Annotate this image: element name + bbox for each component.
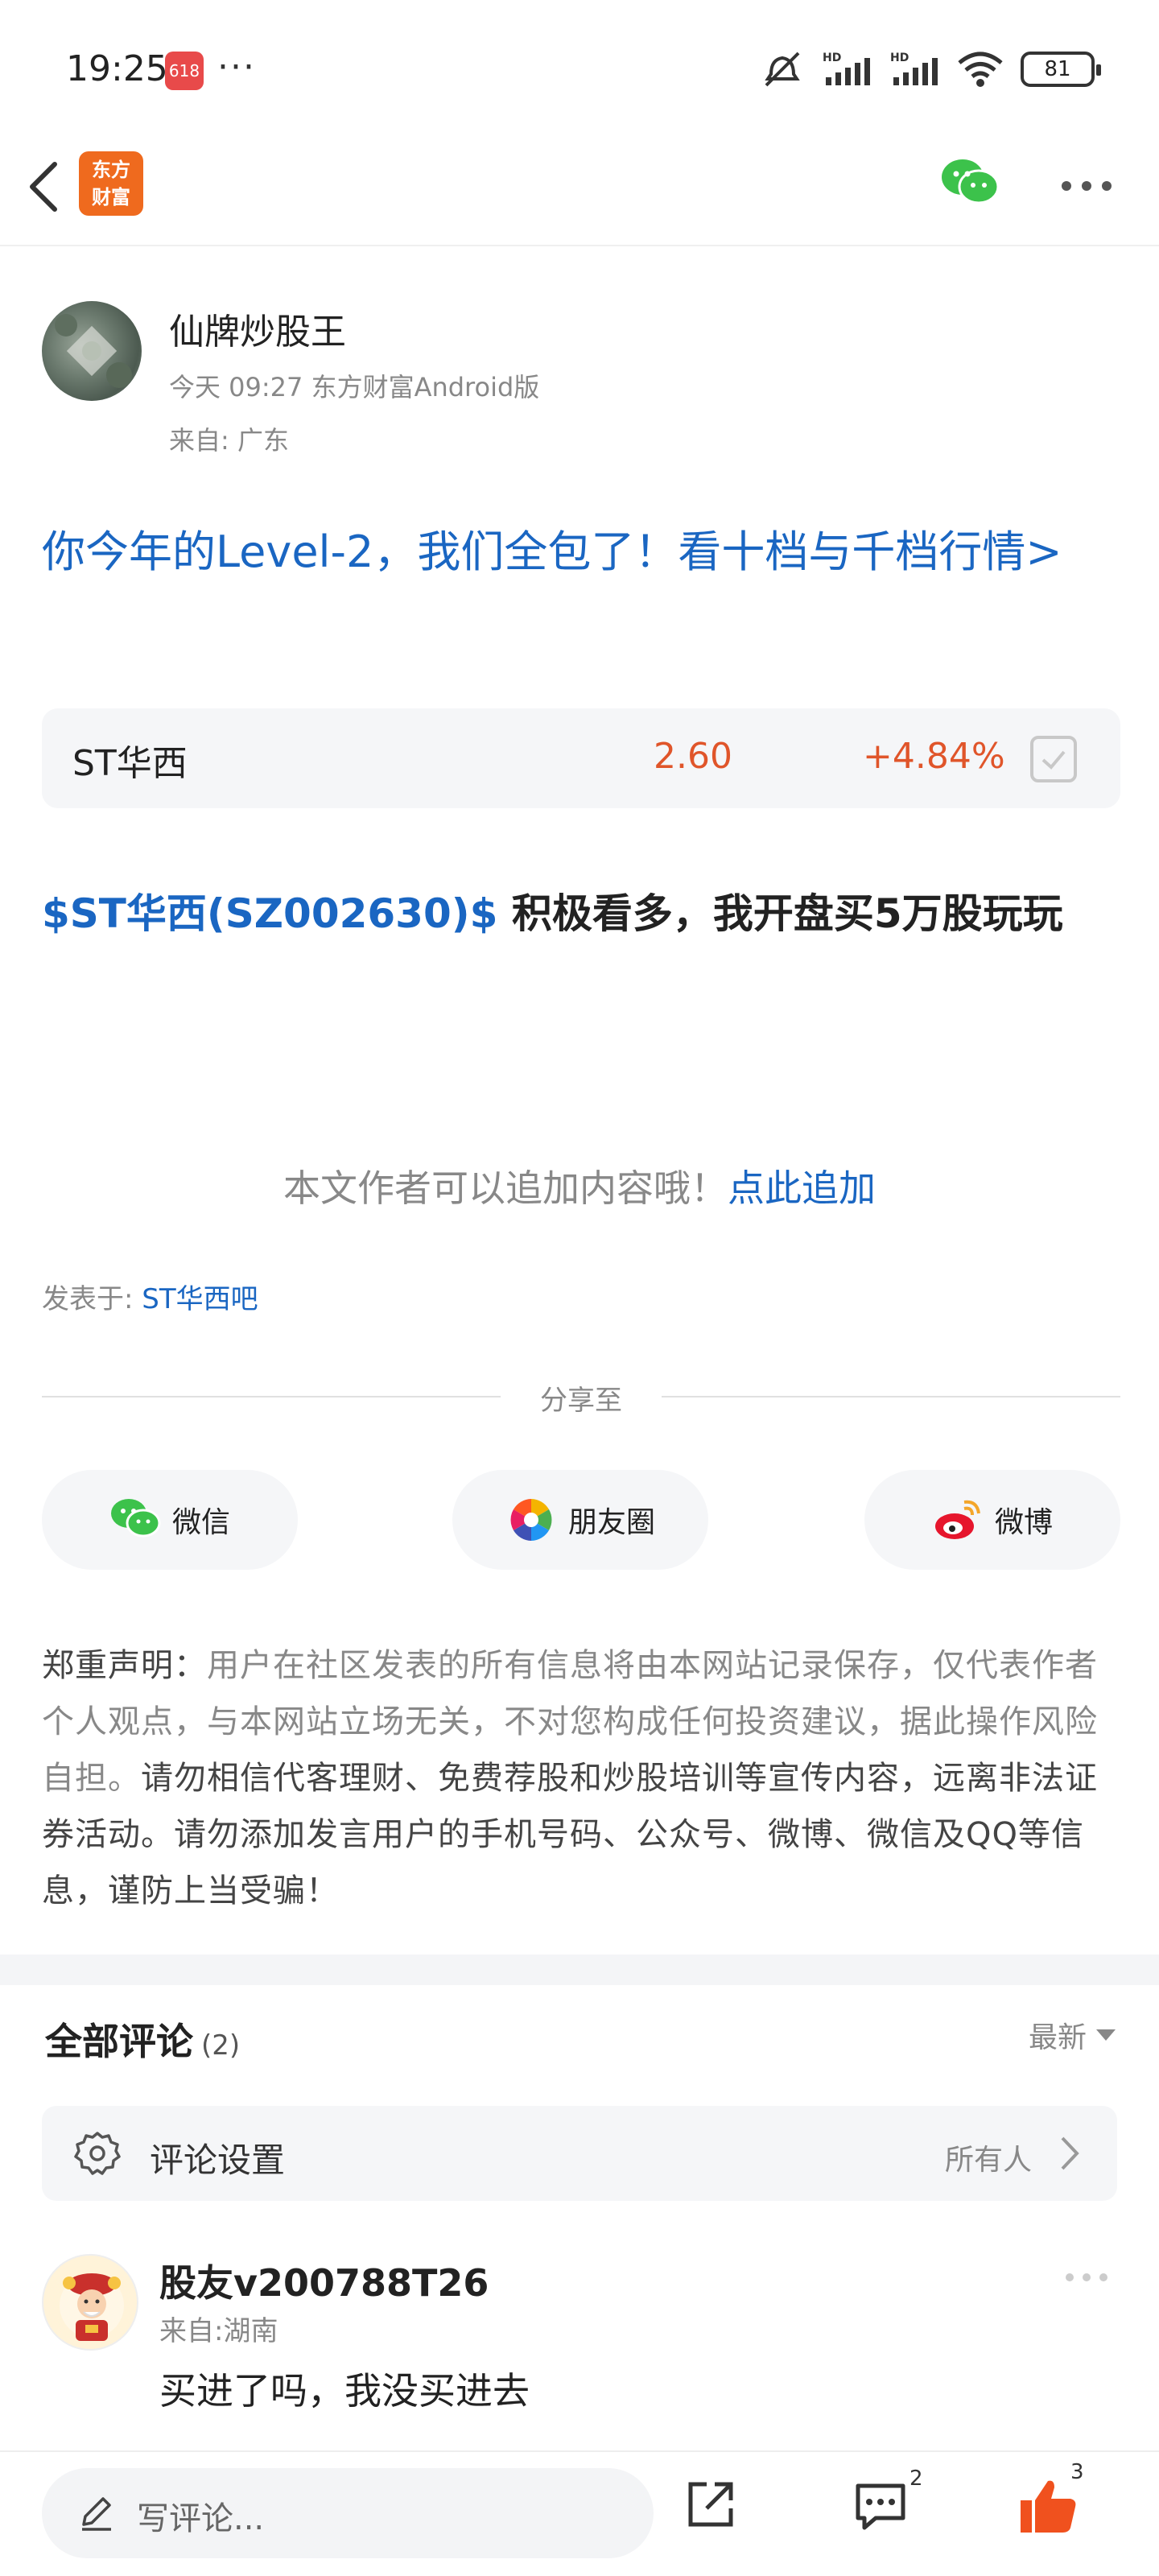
divider-line-right [662,1396,1120,1397]
post-content: $ST华西(SZ002630)$ 积极看多，我开盘买5万股玩玩 [42,869,1120,958]
app-logo: 东方 财富 [79,151,143,216]
author-location: 来自: 广东 [169,425,289,456]
status-more-icon: ··· [217,47,256,88]
append-prefix: 本文作者可以追加内容哦！ [283,1166,728,1210]
comment-sort-dropdown[interactable]: 最新 [1029,2014,1116,2056]
posted-in-label: 发表于: [42,1283,142,1315]
level2-promo-link[interactable]: 你今年的Level-2，我们全包了！看十档与千档行情> [42,523,1120,581]
weibo-icon [934,1500,980,1539]
commenter-location: 来自:湖南 [159,2315,278,2347]
caret-down-icon [1096,2029,1116,2041]
disclaimer-part2: 请勿相信代客理财、免费荐股和炒股培训等宣传内容，远离非法证券活动。请勿添加发言用… [42,1760,1098,1909]
comment-settings-row[interactable]: 评论设置 所有人 [42,2106,1117,2201]
comment-text: 买进了吗，我没买进去 [159,2369,530,2413]
commenter-name[interactable]: 股友v200788T26 [159,2254,489,2307]
share-moments-label: 朋友圈 [567,1506,655,1539]
section-divider [0,1955,1159,1985]
stock-change: +4.84% [863,736,1005,777]
share-wechat-label: 微信 [171,1506,230,1539]
wifi-icon [958,52,1003,87]
share-label: 分享至 [540,1385,622,1417]
author-name[interactable]: 仙牌炒股王 [169,303,346,354]
logo-line1: 东方 [92,159,130,181]
comment-more-icon[interactable] [1064,2272,1109,2283]
status-time: 19:25 [66,48,168,89]
comments-title: 全部评论 (2) [45,2013,240,2066]
comments-title-label: 全部评论 [45,2020,193,2063]
stock-card[interactable]: ST华西 2.60 +4.84% [42,708,1120,808]
post-time-source: 今天 09:27 东方财富Android版 [169,372,540,402]
mute-icon [765,52,800,87]
comment-settings-value: 所有人 [944,2144,1032,2177]
wechat-share-icon[interactable] [940,156,1000,208]
share-weibo-label: 微博 [994,1506,1053,1539]
add-watchlist-checkbox[interactable] [1030,736,1077,782]
commenter-avatar[interactable] [42,2254,138,2351]
stock-bar-link[interactable]: ST华西吧 [142,1283,258,1315]
stock-price: 2.60 [654,736,732,777]
logo-line2: 财富 [92,186,130,208]
moments-icon [510,1499,552,1541]
append-content-line: 本文作者可以追加内容哦！点此追加 [0,1159,1159,1212]
back-icon[interactable] [21,155,69,219]
bottom-action-bar: 写评论... 2 3 [0,2450,1159,2576]
write-comment-placeholder: 写评论... [137,2500,265,2537]
append-link[interactable]: 点此追加 [728,1166,876,1210]
author-avatar[interactable] [42,301,142,401]
post-stock-tag[interactable]: $ST华西(SZ002630)$ [42,890,497,937]
pencil-icon [82,2497,111,2531]
share-moments-button[interactable]: 朋友圈 [452,1470,708,1570]
like-count-badge: 3 [1070,2460,1084,2484]
chevron-right-icon [1061,2136,1079,2170]
wechat-icon [110,1499,161,1538]
share-divider: 分享至 [42,1378,1120,1417]
app-notification-icon: 618 [165,52,204,90]
share-weibo-button[interactable]: 微博 [864,1470,1120,1570]
disclaimer: 郑重声明：用户在社区发表的所有信息将由本网站记录保存，仅代表作者个人观点，与本网… [42,1637,1120,1919]
comment-settings-label: 评论设置 [150,2140,286,2180]
disclaimer-title: 郑重声明： [42,1647,207,1684]
signal-hd-icon-2: HD [890,52,938,85]
share-wechat-button[interactable]: 微信 [42,1470,298,1570]
comments-count: (2) [201,2029,241,2062]
gear-icon [74,2132,121,2175]
svg-text:HD: HD [890,52,909,64]
share-icon[interactable] [683,2476,739,2533]
posted-in: 发表于: ST华西吧 [42,1277,258,1316]
more-options-icon[interactable] [1061,180,1112,192]
stock-name: ST华西 [72,743,188,784]
top-navigation: 东方 财富 [0,137,1159,246]
comment-item: 股友v200788T26 来自:湖南 买进了吗，我没买进去 [42,2254,1117,2415]
battery-indicator: 81 [1021,52,1101,87]
status-bar: 19:25 618 ··· HD HD 81 [0,0,1159,137]
fortune-god-avatar-image [60,2273,124,2341]
post-text: 积极看多，我开盘买5万股玩玩 [497,890,1063,937]
comment-count-badge: 2 [909,2467,923,2491]
signal-hd-icon: HD [823,52,870,85]
sort-label: 最新 [1028,2021,1087,2054]
svg-text:HD: HD [823,52,841,64]
write-comment-input[interactable]: 写评论... [42,2468,654,2558]
comment-icon[interactable] [853,2481,908,2533]
avatar-image [55,314,132,388]
status-indicators: HD HD 81 [760,50,1101,89]
